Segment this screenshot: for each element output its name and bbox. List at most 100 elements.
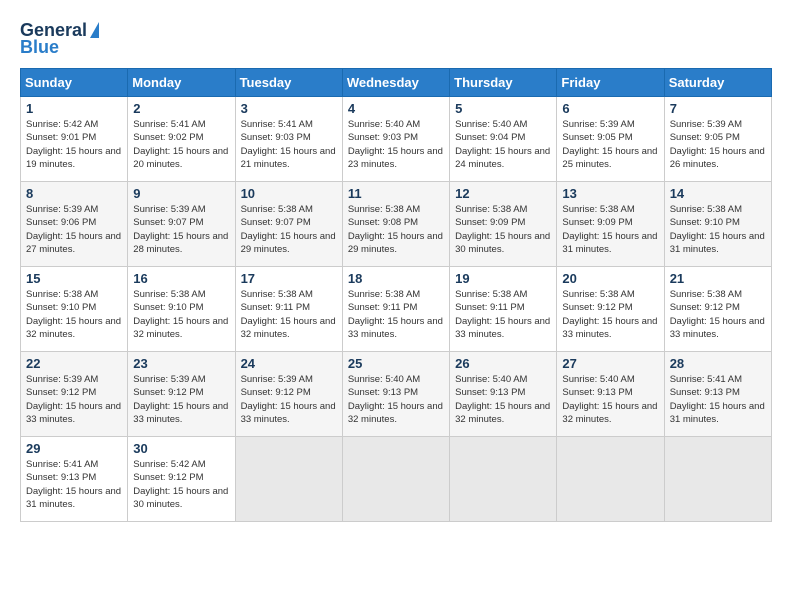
day-info: Sunrise: 5:38 AMSunset: 9:11 PMDaylight:… xyxy=(455,289,550,340)
logo: General Blue xyxy=(20,20,99,58)
day-header-sunday: Sunday xyxy=(21,69,128,97)
day-info: Sunrise: 5:38 AMSunset: 9:08 PMDaylight:… xyxy=(348,204,443,255)
day-number: 7 xyxy=(670,101,766,116)
day-number: 8 xyxy=(26,186,122,201)
day-number: 13 xyxy=(562,186,658,201)
calendar-cell: 10 Sunrise: 5:38 AMSunset: 9:07 PMDaylig… xyxy=(235,182,342,267)
day-info: Sunrise: 5:40 AMSunset: 9:13 PMDaylight:… xyxy=(562,374,657,425)
calendar-cell: 6 Sunrise: 5:39 AMSunset: 9:05 PMDayligh… xyxy=(557,97,664,182)
day-info: Sunrise: 5:41 AMSunset: 9:02 PMDaylight:… xyxy=(133,119,228,170)
calendar-body: 1 Sunrise: 5:42 AMSunset: 9:01 PMDayligh… xyxy=(21,97,772,522)
calendar-cell: 15 Sunrise: 5:38 AMSunset: 9:10 PMDaylig… xyxy=(21,267,128,352)
day-info: Sunrise: 5:42 AMSunset: 9:01 PMDaylight:… xyxy=(26,119,121,170)
calendar-cell: 27 Sunrise: 5:40 AMSunset: 9:13 PMDaylig… xyxy=(557,352,664,437)
logo-blue: Blue xyxy=(20,37,59,58)
day-number: 28 xyxy=(670,356,766,371)
day-info: Sunrise: 5:39 AMSunset: 9:12 PMDaylight:… xyxy=(133,374,228,425)
day-header-monday: Monday xyxy=(128,69,235,97)
calendar-cell xyxy=(235,437,342,522)
day-number: 3 xyxy=(241,101,337,116)
calendar-cell: 9 Sunrise: 5:39 AMSunset: 9:07 PMDayligh… xyxy=(128,182,235,267)
day-number: 17 xyxy=(241,271,337,286)
day-number: 19 xyxy=(455,271,551,286)
calendar-header-row: SundayMondayTuesdayWednesdayThursdayFrid… xyxy=(21,69,772,97)
calendar-cell: 25 Sunrise: 5:40 AMSunset: 9:13 PMDaylig… xyxy=(342,352,449,437)
calendar-cell xyxy=(664,437,771,522)
calendar-cell: 12 Sunrise: 5:38 AMSunset: 9:09 PMDaylig… xyxy=(450,182,557,267)
calendar-week-1: 1 Sunrise: 5:42 AMSunset: 9:01 PMDayligh… xyxy=(21,97,772,182)
day-number: 1 xyxy=(26,101,122,116)
day-number: 27 xyxy=(562,356,658,371)
day-number: 12 xyxy=(455,186,551,201)
day-header-friday: Friday xyxy=(557,69,664,97)
calendar-cell: 2 Sunrise: 5:41 AMSunset: 9:02 PMDayligh… xyxy=(128,97,235,182)
day-info: Sunrise: 5:38 AMSunset: 9:09 PMDaylight:… xyxy=(455,204,550,255)
calendar-cell: 18 Sunrise: 5:38 AMSunset: 9:11 PMDaylig… xyxy=(342,267,449,352)
calendar-cell: 11 Sunrise: 5:38 AMSunset: 9:08 PMDaylig… xyxy=(342,182,449,267)
calendar-cell: 4 Sunrise: 5:40 AMSunset: 9:03 PMDayligh… xyxy=(342,97,449,182)
day-info: Sunrise: 5:40 AMSunset: 9:13 PMDaylight:… xyxy=(455,374,550,425)
day-number: 14 xyxy=(670,186,766,201)
day-number: 18 xyxy=(348,271,444,286)
calendar-cell: 23 Sunrise: 5:39 AMSunset: 9:12 PMDaylig… xyxy=(128,352,235,437)
day-info: Sunrise: 5:40 AMSunset: 9:13 PMDaylight:… xyxy=(348,374,443,425)
day-number: 24 xyxy=(241,356,337,371)
calendar-cell: 7 Sunrise: 5:39 AMSunset: 9:05 PMDayligh… xyxy=(664,97,771,182)
calendar-cell: 5 Sunrise: 5:40 AMSunset: 9:04 PMDayligh… xyxy=(450,97,557,182)
day-number: 11 xyxy=(348,186,444,201)
day-number: 25 xyxy=(348,356,444,371)
calendar-cell: 14 Sunrise: 5:38 AMSunset: 9:10 PMDaylig… xyxy=(664,182,771,267)
day-info: Sunrise: 5:39 AMSunset: 9:07 PMDaylight:… xyxy=(133,204,228,255)
calendar-cell xyxy=(450,437,557,522)
day-number: 2 xyxy=(133,101,229,116)
day-info: Sunrise: 5:39 AMSunset: 9:05 PMDaylight:… xyxy=(562,119,657,170)
day-number: 22 xyxy=(26,356,122,371)
day-number: 30 xyxy=(133,441,229,456)
calendar-cell: 24 Sunrise: 5:39 AMSunset: 9:12 PMDaylig… xyxy=(235,352,342,437)
day-number: 9 xyxy=(133,186,229,201)
day-number: 21 xyxy=(670,271,766,286)
calendar-cell: 3 Sunrise: 5:41 AMSunset: 9:03 PMDayligh… xyxy=(235,97,342,182)
day-info: Sunrise: 5:41 AMSunset: 9:13 PMDaylight:… xyxy=(670,374,765,425)
calendar-week-5: 29 Sunrise: 5:41 AMSunset: 9:13 PMDaylig… xyxy=(21,437,772,522)
day-number: 20 xyxy=(562,271,658,286)
day-number: 6 xyxy=(562,101,658,116)
day-info: Sunrise: 5:38 AMSunset: 9:12 PMDaylight:… xyxy=(670,289,765,340)
calendar-week-2: 8 Sunrise: 5:39 AMSunset: 9:06 PMDayligh… xyxy=(21,182,772,267)
day-number: 23 xyxy=(133,356,229,371)
day-info: Sunrise: 5:39 AMSunset: 9:05 PMDaylight:… xyxy=(670,119,765,170)
day-header-tuesday: Tuesday xyxy=(235,69,342,97)
day-header-wednesday: Wednesday xyxy=(342,69,449,97)
day-info: Sunrise: 5:39 AMSunset: 9:06 PMDaylight:… xyxy=(26,204,121,255)
day-info: Sunrise: 5:41 AMSunset: 9:13 PMDaylight:… xyxy=(26,459,121,510)
day-number: 16 xyxy=(133,271,229,286)
calendar-cell: 22 Sunrise: 5:39 AMSunset: 9:12 PMDaylig… xyxy=(21,352,128,437)
calendar-week-4: 22 Sunrise: 5:39 AMSunset: 9:12 PMDaylig… xyxy=(21,352,772,437)
day-info: Sunrise: 5:38 AMSunset: 9:10 PMDaylight:… xyxy=(670,204,765,255)
day-info: Sunrise: 5:42 AMSunset: 9:12 PMDaylight:… xyxy=(133,459,228,510)
day-header-thursday: Thursday xyxy=(450,69,557,97)
logo-triangle xyxy=(90,22,99,38)
day-info: Sunrise: 5:40 AMSunset: 9:04 PMDaylight:… xyxy=(455,119,550,170)
page-header: General Blue xyxy=(20,20,772,58)
calendar-cell: 30 Sunrise: 5:42 AMSunset: 9:12 PMDaylig… xyxy=(128,437,235,522)
calendar-cell xyxy=(557,437,664,522)
day-info: Sunrise: 5:38 AMSunset: 9:11 PMDaylight:… xyxy=(241,289,336,340)
day-info: Sunrise: 5:38 AMSunset: 9:12 PMDaylight:… xyxy=(562,289,657,340)
calendar-cell: 19 Sunrise: 5:38 AMSunset: 9:11 PMDaylig… xyxy=(450,267,557,352)
calendar-cell: 16 Sunrise: 5:38 AMSunset: 9:10 PMDaylig… xyxy=(128,267,235,352)
day-header-saturday: Saturday xyxy=(664,69,771,97)
calendar-cell: 13 Sunrise: 5:38 AMSunset: 9:09 PMDaylig… xyxy=(557,182,664,267)
calendar-cell: 8 Sunrise: 5:39 AMSunset: 9:06 PMDayligh… xyxy=(21,182,128,267)
day-number: 5 xyxy=(455,101,551,116)
day-info: Sunrise: 5:38 AMSunset: 9:11 PMDaylight:… xyxy=(348,289,443,340)
day-info: Sunrise: 5:40 AMSunset: 9:03 PMDaylight:… xyxy=(348,119,443,170)
day-info: Sunrise: 5:41 AMSunset: 9:03 PMDaylight:… xyxy=(241,119,336,170)
calendar-cell xyxy=(342,437,449,522)
calendar-table: SundayMondayTuesdayWednesdayThursdayFrid… xyxy=(20,68,772,522)
day-number: 4 xyxy=(348,101,444,116)
day-info: Sunrise: 5:38 AMSunset: 9:10 PMDaylight:… xyxy=(133,289,228,340)
calendar-cell: 21 Sunrise: 5:38 AMSunset: 9:12 PMDaylig… xyxy=(664,267,771,352)
calendar-week-3: 15 Sunrise: 5:38 AMSunset: 9:10 PMDaylig… xyxy=(21,267,772,352)
calendar-cell: 26 Sunrise: 5:40 AMSunset: 9:13 PMDaylig… xyxy=(450,352,557,437)
